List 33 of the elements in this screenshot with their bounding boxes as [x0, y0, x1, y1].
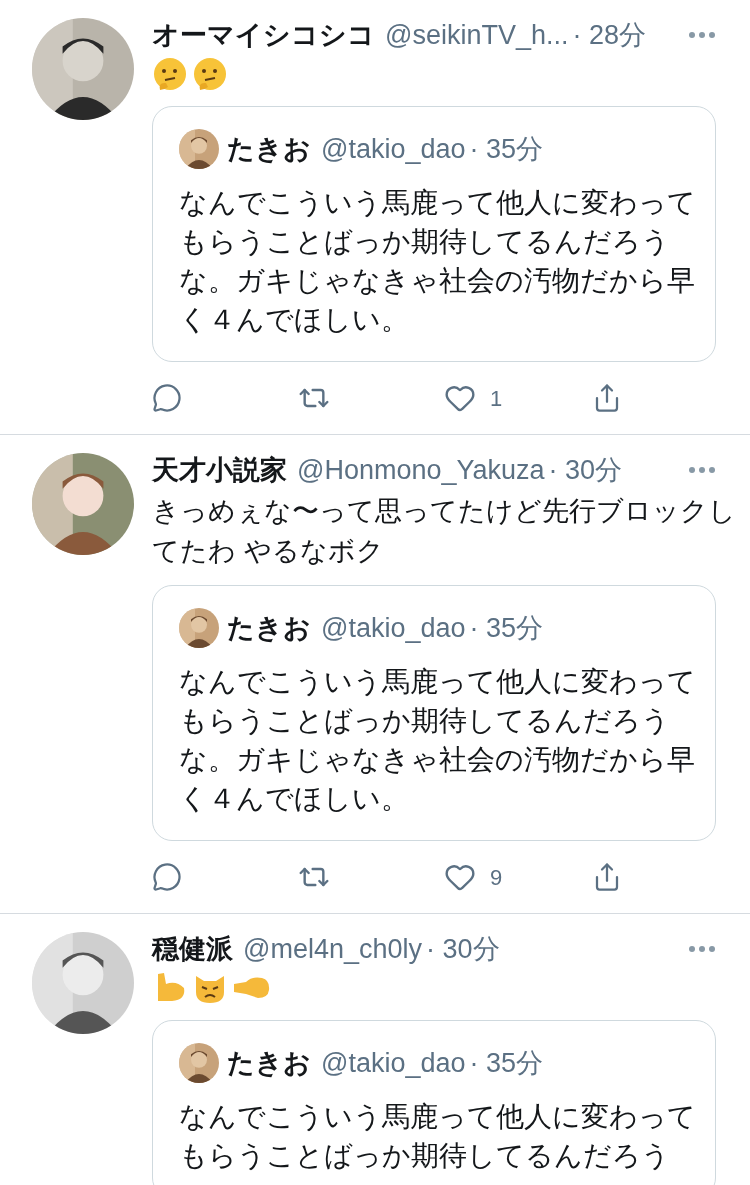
user-name: オーマイシコシコ — [152, 19, 375, 52]
quoted-tweet-card[interactable]: たきお @takio_dao· 35分 なんでこういう馬鹿って他人に変わってもらうことばっか期待してるんだろうな。ガキじゃなきゃ社会の汚物だから早く４んでほしい。 — [152, 585, 716, 841]
user-name: たきお — [227, 133, 311, 166]
user-handle: @Honmono_Yakuza — [297, 454, 545, 487]
user-name: たきお — [227, 612, 311, 645]
user-handle: @takio_dao — [321, 612, 466, 645]
reply-icon[interactable] — [152, 383, 182, 413]
like-count: 1 — [490, 384, 503, 413]
post-time: · 35分 — [469, 612, 544, 645]
quoted-tweet-text: なんでこういう馬鹿って他人に変わってもらうことばっか期待してるんだろうな。ガキじゃなきゃ社会の汚物だから早く４んでほしい。 — [179, 186, 697, 337]
post-time: · 35分 — [469, 133, 544, 166]
user-name: 穏健派 — [152, 933, 233, 966]
reply-icon[interactable] — [152, 862, 182, 892]
post-time: · 35分 — [469, 1047, 544, 1080]
like-count: 9 — [490, 863, 503, 892]
quoted-tweet-text: なんでこういう馬鹿って他人に変わってもらうことばっか期待してるんだろう — [179, 1100, 697, 1173]
thinking-emoji-icon — [152, 56, 188, 92]
post-time: · 30分 — [548, 454, 623, 487]
post-time: · 28分 — [572, 19, 646, 52]
user-handle: @takio_dao — [321, 1047, 466, 1080]
more-icon[interactable] — [688, 466, 716, 474]
more-icon[interactable] — [688, 945, 716, 953]
quoted-tweet-card[interactable]: たきお @takio_dao· 35分 なんでこういう馬鹿って他人に変わってもらうことばっか期待してるんだろうな。ガキじゃなきゃ社会の汚物だから早く４んでほしい。 — [152, 106, 716, 362]
quoted-tweet-text: なんでこういう馬鹿って他人に変わってもらうことばっか期待してるんだろうな。ガキじゃなきゃ社会の汚物だから早く４んでほしい。 — [179, 665, 697, 816]
user-name: たきお — [227, 1047, 311, 1080]
user-name: 天才小説家 — [152, 454, 287, 487]
user-handle: @seikinTV_h... — [385, 19, 569, 52]
user-handle: @takio_dao — [321, 133, 466, 166]
post-time: · 30分 — [426, 933, 500, 966]
tweet-text: きっめぇな〜って思ってたけど先行ブロックしてたわ やるなボク — [152, 495, 736, 568]
thinking-emoji-icon — [192, 56, 228, 92]
user-handle: @mel4n_ch0ly — [243, 933, 422, 966]
more-icon[interactable] — [688, 31, 716, 39]
